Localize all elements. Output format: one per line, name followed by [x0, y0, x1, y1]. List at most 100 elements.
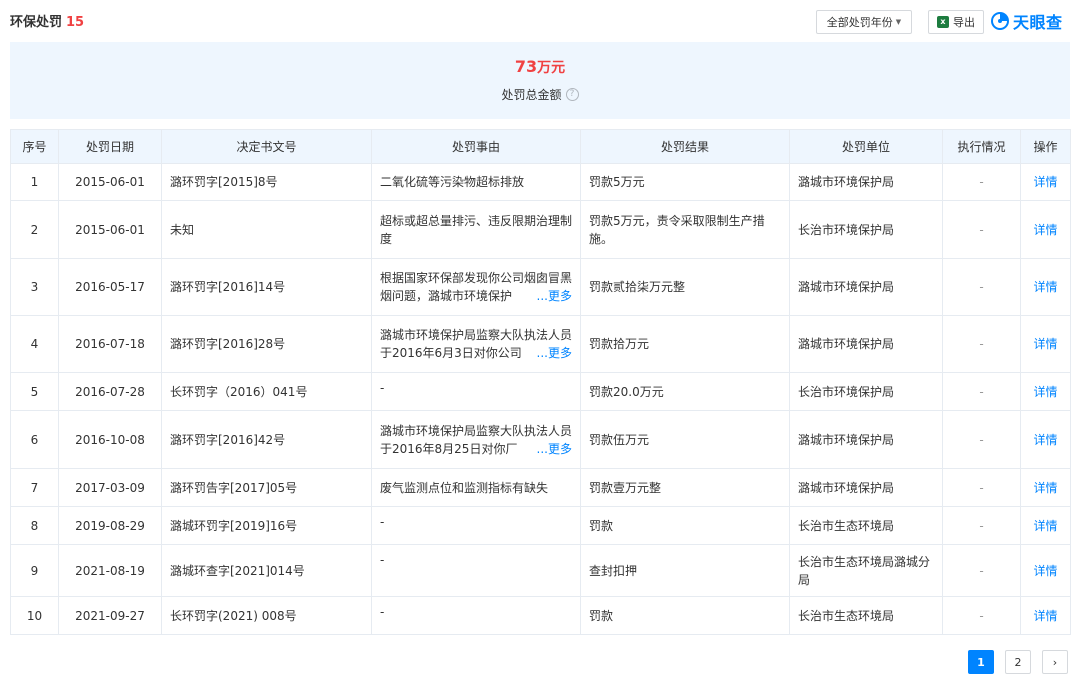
penalty-reason: 二氧化硫等污染物超标排放 [371, 163, 581, 201]
row-number: 4 [10, 315, 59, 373]
penalty-date: 2015-06-01 [58, 200, 162, 259]
more-link[interactable]: ...更多 [522, 344, 572, 362]
total-amount-label-row: 处罚总金额 ? [10, 86, 1070, 103]
detail-link[interactable]: 详情 [1033, 385, 1057, 399]
excel-icon: x [937, 16, 949, 28]
decision-doc-number: 潞城环罚字[2019]16号 [161, 506, 372, 545]
penalty-authority: 潞城市环境保护局 [789, 468, 943, 507]
detail-link[interactable]: 详情 [1033, 280, 1057, 294]
column-header: 决定书文号 [161, 129, 372, 164]
penalty-date: 2019-08-29 [58, 506, 162, 545]
year-filter-label: 全部处罚年份 [826, 16, 893, 29]
total-amount: 73万元 [10, 57, 1070, 77]
penalty-date: 2021-09-27 [58, 596, 162, 635]
action-cell: 详情 [1020, 200, 1071, 259]
penalty-reason-text: 废气监测点位和监测指标有缺失 [380, 480, 549, 495]
year-filter-dropdown[interactable]: 全部处罚年份 ▼ [816, 10, 912, 34]
penalty-reason-text: - [380, 381, 385, 395]
table-row: 6 2016-10-08 潞环罚字[2016]42号 潞城市环境保护局监察大队执法人员… [10, 410, 1071, 469]
row-number: 5 [10, 372, 59, 411]
penalty-reason: - [371, 372, 581, 411]
column-header: 处罚结果 [580, 129, 790, 164]
penalty-reason-text: 二氧化硫等污染物超标排放 [380, 175, 525, 189]
execution-status: - [942, 410, 1021, 469]
action-cell: 详情 [1020, 596, 1071, 635]
table-row: 9 2021-08-19 潞城环查字[2021]014号 - 查封扣押 长治市生态环境局潞… [10, 544, 1071, 597]
execution-status: - [942, 163, 1021, 201]
decision-doc-number: 潞环罚字[2015]8号 [161, 163, 372, 201]
penalty-date: 2016-10-08 [58, 410, 162, 469]
row-number: 9 [10, 544, 59, 597]
action-cell: 详情 [1020, 506, 1071, 545]
penalty-reason-text: - [380, 553, 385, 567]
more-link[interactable]: ...更多 [522, 287, 572, 305]
row-number: 10 [10, 596, 59, 635]
detail-link[interactable]: 详情 [1033, 564, 1057, 578]
decision-doc-number: 潞环罚字[2016]42号 [161, 410, 372, 469]
table-row: 2 2015-06-01 未知 超标或超总量排污、违反限期治理制度 罚款5万元，责令采取… [10, 200, 1071, 259]
row-number: 7 [10, 468, 59, 507]
penalty-result: 罚款壹万元整 [580, 468, 790, 507]
penalty-result: 罚款5万元，责令采取限制生产措施。 [580, 200, 790, 259]
penalty-date: 2016-05-17 [58, 258, 162, 316]
penalty-reason-wrap: 潞城市环境保护局监察大队执法人员于2016年8月25日对你厂 ...更多 [380, 422, 572, 458]
penalty-result: 罚款贰拾柒万元整 [580, 258, 790, 316]
action-cell: 详情 [1020, 163, 1071, 201]
detail-link[interactable]: 详情 [1033, 481, 1057, 495]
more-link[interactable]: ...更多 [522, 439, 572, 458]
penalty-reason-wrap: 潞城市环境保护局监察大队执法人员于2016年6月3日对你公司 ...更多 [380, 326, 572, 362]
action-cell: 详情 [1020, 372, 1071, 411]
table-row: 4 2016-07-18 潞环罚字[2016]28号 潞城市环境保护局监察大队执法人员… [10, 315, 1071, 373]
table-row: 7 2017-03-09 潞环罚告字[2017]05号 废气监测点位和监测指标有缺失 罚… [10, 468, 1071, 507]
detail-link[interactable]: 详情 [1033, 337, 1057, 351]
penalty-date: 2016-07-18 [58, 315, 162, 373]
pagination-next-button[interactable]: › [1042, 650, 1068, 674]
penalty-authority: 潞城市环境保护局 [789, 258, 943, 316]
penalty-reason-wrap: 二氧化硫等污染物超标排放 [380, 173, 572, 191]
penalty-reason-wrap: - [380, 379, 572, 397]
penalty-result: 查封扣押 [580, 544, 790, 597]
table-header-row: 序号 处罚日期 决定书文号 处罚事由 处罚结果 处罚单位 执行情况 操作 [10, 129, 1071, 164]
penalty-result: 罚款5万元 [580, 163, 790, 201]
penalty-authority: 长治市环境保护局 [789, 372, 943, 411]
penalty-reason: 超标或超总量排污、违反限期治理制度 [371, 200, 581, 259]
table-row: 1 2015-06-01 潞环罚字[2015]8号 二氧化硫等污染物超标排放 罚款5万元… [10, 163, 1071, 201]
penalty-date: 2021-08-19 [58, 544, 162, 597]
column-header: 执行情况 [942, 129, 1021, 164]
penalty-reason-text: 超标或超总量排污、违反限期治理制度 [380, 213, 573, 246]
decision-doc-number: 长环罚字（2016）041号 [161, 372, 372, 411]
detail-link[interactable]: 详情 [1033, 223, 1057, 237]
export-button[interactable]: x 导出 [928, 10, 984, 34]
penalty-reason-text: - [380, 605, 385, 619]
help-icon[interactable]: ? [565, 88, 579, 101]
table-row: 10 2021-09-27 长环罚字(2021) 008号 - 罚款 长治市生态环境局 - 详… [10, 596, 1071, 635]
row-number: 2 [10, 200, 59, 259]
detail-link[interactable]: 详情 [1033, 433, 1057, 447]
penalty-reason-text: - [380, 515, 385, 529]
section-title: 环保处罚 15 [10, 11, 84, 30]
action-cell: 详情 [1020, 410, 1071, 469]
brand-logo: 天眼查 [990, 8, 1063, 34]
penalty-authority: 长治市环境保护局 [789, 200, 943, 259]
row-number: 1 [10, 163, 59, 201]
penalty-count-badge: 15 [66, 15, 85, 30]
section-header: 环保处罚 15 全部处罚年份 ▼ x 导出 天眼查 [10, 0, 1070, 40]
penalty-result: 罚款 [580, 506, 790, 545]
detail-link[interactable]: 详情 [1033, 519, 1057, 533]
table-row: 3 2016-05-17 潞环罚字[2016]14号 根据国家环保部发现你公司烟囱冒黑… [10, 258, 1071, 316]
action-cell: 详情 [1020, 544, 1071, 597]
penalty-reason-wrap: - [380, 551, 572, 569]
decision-doc-number: 潞环罚告字[2017]05号 [161, 468, 372, 507]
export-label: 导出 [953, 16, 975, 29]
detail-link[interactable]: 详情 [1033, 175, 1057, 189]
column-header: 处罚事由 [371, 129, 581, 164]
caret-down-icon: ▼ [895, 18, 902, 26]
column-header: 处罚日期 [58, 129, 162, 164]
detail-link[interactable]: 详情 [1033, 609, 1057, 623]
action-cell: 详情 [1020, 468, 1071, 507]
execution-status: - [942, 468, 1021, 507]
pagination-page-1[interactable]: 1 [968, 650, 994, 674]
pagination-page-2[interactable]: 2 [1005, 650, 1031, 674]
decision-doc-number: 未知 [161, 200, 372, 259]
penalty-date: 2015-06-01 [58, 163, 162, 201]
